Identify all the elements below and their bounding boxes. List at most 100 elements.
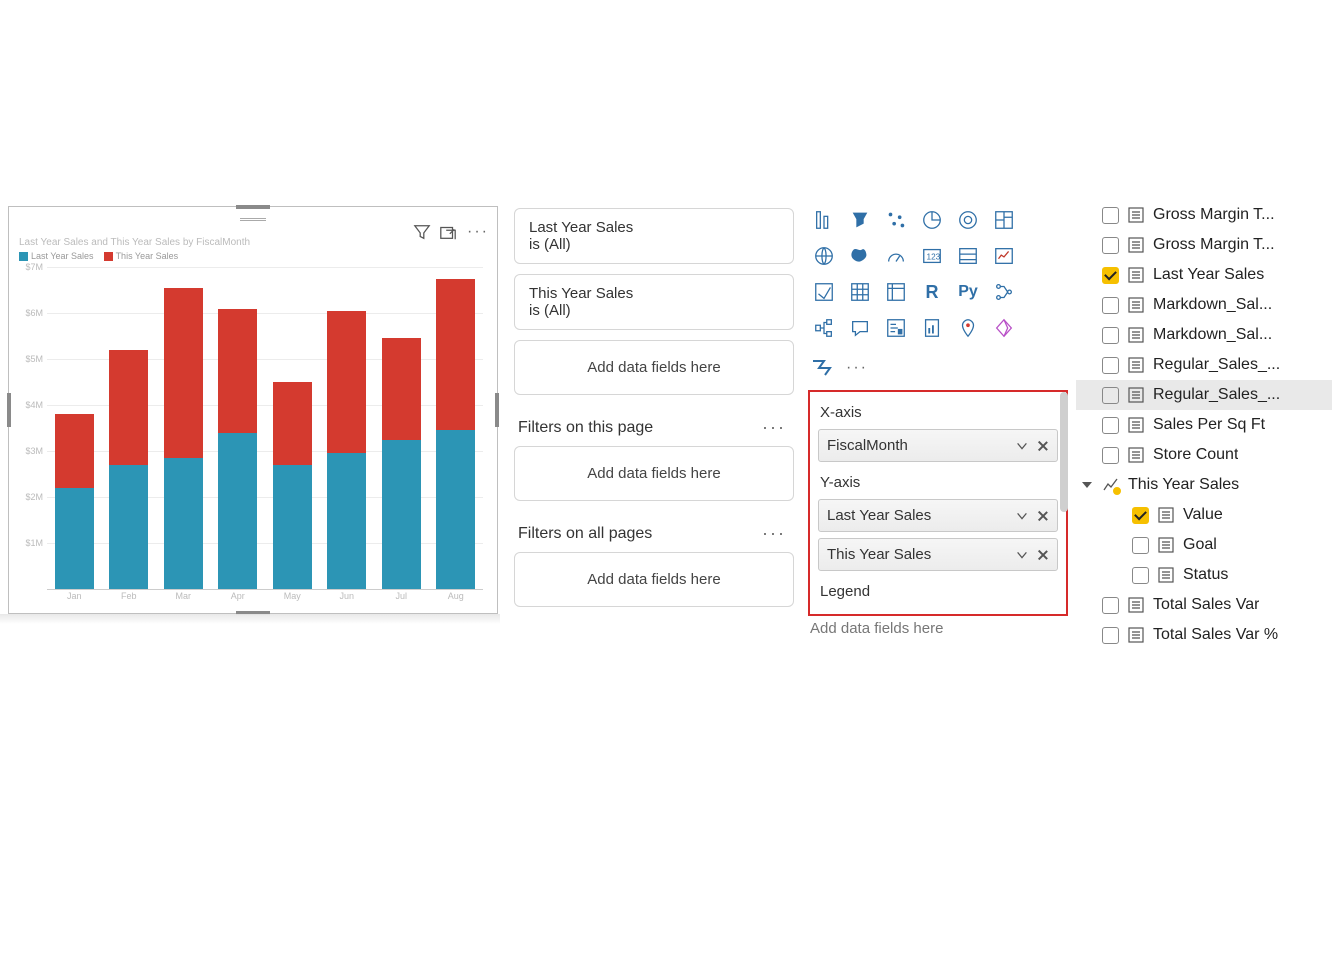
checkbox[interactable]: [1102, 417, 1119, 434]
more-icon[interactable]: ···: [760, 417, 788, 438]
checkbox[interactable]: [1132, 567, 1149, 584]
more-icon[interactable]: ···: [760, 523, 788, 544]
wells-scrollbar[interactable]: [1060, 392, 1068, 512]
field-total-sales-var[interactable]: Total Sales Var: [1076, 590, 1332, 620]
bar-segment-this-year[interactable]: [164, 288, 203, 458]
bar-segment-last-year[interactable]: [273, 465, 312, 589]
pie-icon[interactable]: [916, 204, 948, 236]
donut-icon[interactable]: [952, 204, 984, 236]
legend-dropzone[interactable]: Add data fields here: [808, 616, 1068, 637]
field-sales-per-sqft[interactable]: Sales Per Sq Ft: [1076, 410, 1332, 440]
clustered-bar-icon[interactable]: [808, 204, 840, 236]
bar-segment-this-year[interactable]: [109, 350, 148, 465]
checkbox[interactable]: [1102, 447, 1119, 464]
dropzone-label: Add data fields here: [587, 465, 720, 482]
resize-handle-left[interactable]: [7, 393, 11, 427]
filled-map-icon[interactable]: [844, 240, 876, 272]
bar-segment-this-year[interactable]: [55, 414, 94, 488]
paginated-report-icon[interactable]: [916, 312, 948, 344]
y-tick-label: $7M: [13, 262, 47, 272]
powerapps-icon[interactable]: [988, 312, 1020, 344]
checkbox[interactable]: [1102, 387, 1119, 404]
python-visual-icon[interactable]: Py: [952, 276, 984, 308]
bar-segment-last-year[interactable]: [436, 430, 475, 589]
field-status[interactable]: Status: [1076, 560, 1332, 590]
kpi-icon[interactable]: [988, 240, 1020, 272]
checkbox[interactable]: [1102, 597, 1119, 614]
checkbox[interactable]: [1102, 267, 1119, 284]
checkbox[interactable]: [1102, 207, 1119, 224]
field-value[interactable]: Value: [1076, 500, 1332, 530]
bar-segment-last-year[interactable]: [164, 458, 203, 589]
key-influencers-icon[interactable]: [988, 276, 1020, 308]
bar-segment-last-year[interactable]: [55, 488, 94, 589]
bar-segment-this-year[interactable]: [436, 279, 475, 431]
field-this-year-sales[interactable]: This Year Sales: [1076, 470, 1332, 500]
checkbox[interactable]: [1102, 357, 1119, 374]
collapse-icon[interactable]: [1080, 482, 1094, 488]
smart-narrative-icon[interactable]: [880, 312, 912, 344]
funnel-icon[interactable]: [844, 204, 876, 236]
filter-dropzone-page[interactable]: Add data fields here: [514, 446, 794, 501]
filter-dropzone-all[interactable]: Add data fields here: [514, 552, 794, 607]
bar-segment-this-year[interactable]: [327, 311, 366, 454]
filter-icon[interactable]: [413, 223, 431, 241]
get-more-visuals-icon[interactable]: ···: [844, 359, 870, 377]
checkbox[interactable]: [1102, 297, 1119, 314]
bar-segment-this-year[interactable]: [382, 338, 421, 439]
decomposition-tree-icon[interactable]: [808, 312, 840, 344]
checkbox[interactable]: [1102, 627, 1119, 644]
r-visual-icon[interactable]: R: [916, 276, 948, 308]
resize-handle-right[interactable]: [495, 393, 499, 427]
field-regular-sales-2[interactable]: Regular_Sales_...: [1076, 380, 1332, 410]
gauge-icon[interactable]: [880, 240, 912, 272]
arcgis-icon[interactable]: [952, 312, 984, 344]
field-gross-margin-2[interactable]: Gross Margin T...: [1076, 230, 1332, 260]
field-total-sales-var-pct[interactable]: Total Sales Var %: [1076, 620, 1332, 650]
dropzone-label: Add data fields here: [587, 571, 720, 588]
xaxis-field-pill[interactable]: FiscalMonth: [818, 429, 1058, 462]
field-markdown-sales-2[interactable]: Markdown_Sal...: [1076, 320, 1332, 350]
bar-segment-this-year[interactable]: [218, 309, 257, 433]
remove-icon[interactable]: [1037, 510, 1049, 522]
slicer-icon[interactable]: [808, 276, 840, 308]
field-last-year-sales[interactable]: Last Year Sales: [1076, 260, 1332, 290]
yaxis-field-pill-1[interactable]: Last Year Sales: [818, 499, 1058, 532]
bar-segment-last-year[interactable]: [218, 433, 257, 589]
chart-visual[interactable]: ··· Last Year Sales and This Year Sales …: [8, 206, 498, 614]
focus-mode-icon[interactable]: [439, 223, 457, 241]
treemap-icon[interactable]: [988, 204, 1020, 236]
checkbox[interactable]: [1102, 327, 1119, 344]
matrix-icon[interactable]: [880, 276, 912, 308]
filter-card-last-year-sales[interactable]: Last Year Sales is (All): [514, 208, 794, 264]
more-options-icon[interactable]: ···: [465, 223, 491, 241]
drag-grip-icon[interactable]: [240, 218, 266, 221]
table-icon[interactable]: [844, 276, 876, 308]
power-automate-icon[interactable]: [810, 356, 834, 380]
filter-card-this-year-sales[interactable]: This Year Sales is (All): [514, 274, 794, 330]
card-icon[interactable]: 123: [916, 240, 948, 272]
map-icon[interactable]: [808, 240, 840, 272]
yaxis-field-pill-2[interactable]: This Year Sales: [818, 538, 1058, 571]
chevron-down-icon[interactable]: [1015, 548, 1029, 562]
chevron-down-icon[interactable]: [1015, 509, 1029, 523]
multirow-card-icon[interactable]: [952, 240, 984, 272]
checkbox[interactable]: [1102, 237, 1119, 254]
scatter-icon[interactable]: [880, 204, 912, 236]
bar-segment-last-year[interactable]: [327, 453, 366, 589]
field-goal[interactable]: Goal: [1076, 530, 1332, 560]
checkbox[interactable]: [1132, 537, 1149, 554]
field-regular-sales-1[interactable]: Regular_Sales_...: [1076, 350, 1332, 380]
bar-segment-last-year[interactable]: [382, 440, 421, 589]
bar-segment-this-year[interactable]: [273, 382, 312, 465]
field-gross-margin-1[interactable]: Gross Margin T...: [1076, 200, 1332, 230]
bar-segment-last-year[interactable]: [109, 465, 148, 589]
field-store-count[interactable]: Store Count: [1076, 440, 1332, 470]
qa-visual-icon[interactable]: [844, 312, 876, 344]
filter-dropzone-visual[interactable]: Add data fields here: [514, 340, 794, 395]
field-markdown-sales-1[interactable]: Markdown_Sal...: [1076, 290, 1332, 320]
chevron-down-icon[interactable]: [1015, 439, 1029, 453]
remove-icon[interactable]: [1037, 440, 1049, 452]
checkbox[interactable]: [1132, 507, 1149, 524]
remove-icon[interactable]: [1037, 549, 1049, 561]
